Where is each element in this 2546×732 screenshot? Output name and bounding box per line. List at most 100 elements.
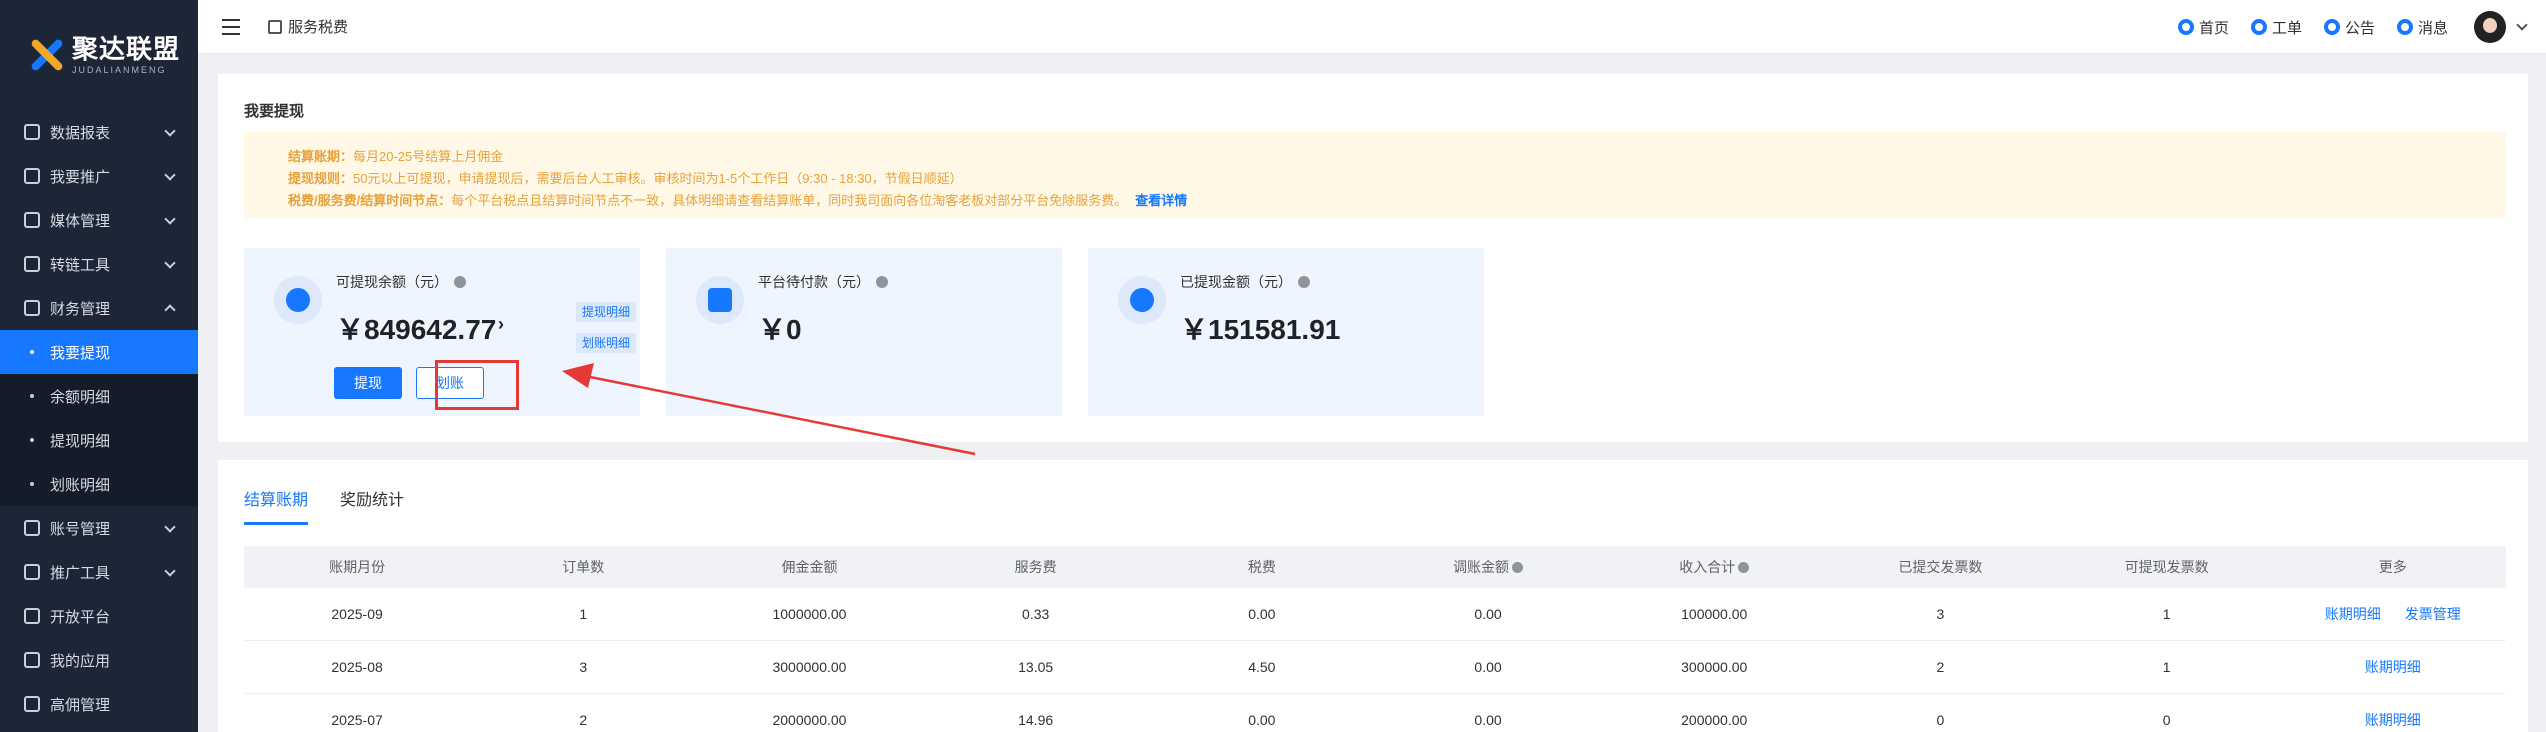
avatar[interactable] xyxy=(2474,11,2506,43)
collapse-menu-icon[interactable] xyxy=(222,18,240,35)
toolbox-icon xyxy=(24,564,40,580)
table-header-cell: 税费 xyxy=(1149,546,1375,588)
ticket-icon xyxy=(2250,19,2267,35)
top-link[interactable]: 工单 xyxy=(2250,17,2302,38)
sidebar-item-label: 开放平台 xyxy=(50,608,111,626)
top-link-label: 工单 xyxy=(2271,19,2302,37)
help-icon[interactable] xyxy=(876,276,888,288)
table-cell: 0.00 xyxy=(1248,606,1276,622)
top-link[interactable]: 首页 xyxy=(2177,17,2229,38)
account-icon xyxy=(24,520,40,536)
sidebar-item[interactable]: 我要推广 xyxy=(0,154,198,198)
top-link[interactable]: 公告 xyxy=(2323,17,2375,38)
notice-key: 提现规则： xyxy=(288,171,354,186)
highlight-box xyxy=(435,360,519,410)
sidebar-item[interactable]: 财务管理 xyxy=(0,286,198,330)
chevron-down-icon xyxy=(164,169,176,181)
top-link-label: 消息 xyxy=(2417,19,2448,37)
chevron-down-icon xyxy=(164,565,176,577)
sidebar-item-label: 媒体管理 xyxy=(50,212,111,230)
pending-amount: ￥0 xyxy=(758,314,802,345)
table-header-cell: 收入合计 xyxy=(1601,546,1827,588)
help-icon[interactable] xyxy=(454,276,466,288)
table-row: 2025-08 3 3000000.00 13.05 4.50 0.00 300000.00… xyxy=(244,641,2506,694)
sidebar-item[interactable]: 账号管理 xyxy=(0,506,198,550)
invoice-manage-link[interactable]: 发票管理 xyxy=(2405,604,2461,624)
table-row: 2025-09 1 1000000.00 0.33 0.00 0.00 100000.00 3… xyxy=(244,588,2506,641)
sidebar-item[interactable]: 数据报表 xyxy=(0,110,198,154)
period-detail-link[interactable]: 账期明细 xyxy=(2365,710,2421,730)
logo-mark-icon xyxy=(26,35,66,75)
header-label: 已提交发票数 xyxy=(1898,559,1983,575)
sidebar-subitem-label: 提现明细 xyxy=(50,432,111,450)
balance-arrow[interactable]: › xyxy=(498,314,504,335)
header-label: 更多 xyxy=(2378,559,2407,575)
sidebar-subitem[interactable]: 余额明细 xyxy=(0,374,198,418)
sidebar-item[interactable]: 转链工具 xyxy=(0,242,198,286)
chevron-down-icon xyxy=(164,125,176,137)
wallet-icon xyxy=(274,276,322,324)
table-cell: 3 xyxy=(1936,606,1945,622)
sidebar-item[interactable]: 推广工具 xyxy=(0,550,198,594)
table-actions: 账期明细 xyxy=(2280,641,2506,693)
transfer-detail-tag[interactable]: 划账明细 xyxy=(575,333,636,353)
sidebar-item[interactable]: 我的应用 xyxy=(0,638,198,682)
header-label: 收入合计 xyxy=(1679,559,1736,575)
sidebar-item-label: 账号管理 xyxy=(50,520,111,538)
view-details-link[interactable]: 查看详情 xyxy=(1135,193,1187,208)
finance-icon xyxy=(24,300,40,316)
sidebar-subitem[interactable]: 划账明细 xyxy=(0,462,198,506)
brand-logo[interactable]: 聚达联盟 JUDALIANMENG xyxy=(0,0,198,110)
table-cell: 0.00 xyxy=(1248,712,1276,728)
table-cell: 0.00 xyxy=(1474,712,1502,728)
tab-rewards[interactable]: 奖励统计 xyxy=(340,486,404,522)
table-header: 账期月份 订单数 佣金金额 服务费 税费 调账金额 收入合计 已提交发票数 可提现发票数 更多 xyxy=(244,546,2506,588)
withdraw-button[interactable]: 提现 xyxy=(334,367,402,399)
megaphone-icon xyxy=(24,168,40,184)
top-link[interactable]: 消息 xyxy=(2396,17,2448,38)
help-icon[interactable] xyxy=(1512,561,1524,573)
sidebar-subitem[interactable]: 提现明细 xyxy=(0,418,198,462)
table-cell: 1 xyxy=(579,606,588,622)
table-actions: 账期明细 xyxy=(2280,694,2506,732)
withdraw-detail-tag[interactable]: 提现明细 xyxy=(575,302,636,322)
app-icon xyxy=(24,652,40,668)
table-cell: 1 xyxy=(2162,659,2171,675)
header-label: 可提现发票数 xyxy=(2124,559,2209,575)
sidebar-subitem-label: 余额明细 xyxy=(50,388,111,406)
sidebar-item[interactable]: 开放平台 xyxy=(0,594,198,638)
sidebar-item-label: 推广工具 xyxy=(50,564,111,582)
sidebar-item-label: 我的应用 xyxy=(50,652,111,670)
period-detail-link[interactable]: 账期明细 xyxy=(2365,657,2421,677)
chevron-down-icon xyxy=(164,213,176,225)
notice-key: 结算账期： xyxy=(288,149,354,164)
chevron-down-icon[interactable] xyxy=(2516,19,2528,31)
table-cell: 200000.00 xyxy=(1681,712,1748,728)
help-icon[interactable] xyxy=(1738,561,1750,573)
media-icon xyxy=(24,212,40,228)
sidebar-subitem[interactable]: 我要提现 xyxy=(0,330,198,374)
table-header-cell: 可提现发票数 xyxy=(2054,546,2280,588)
help-icon[interactable] xyxy=(1298,276,1310,288)
link-icon xyxy=(24,256,40,272)
sidebar-item[interactable]: 高佣管理 xyxy=(0,682,198,726)
breadcrumb-label: 服务税费 xyxy=(288,19,349,36)
breadcrumb[interactable]: 服务税费 xyxy=(268,16,348,37)
sidebar-item[interactable]: 媒体管理 xyxy=(0,198,198,242)
table-header-cell: 更多 xyxy=(2280,546,2506,588)
pending-label: 平台待付款（元） xyxy=(758,274,870,290)
tab-settlement[interactable]: 结算账期 xyxy=(244,486,309,525)
table-header-cell: 账期月份 xyxy=(244,546,470,588)
header-label: 订单数 xyxy=(562,559,605,575)
period-detail-link[interactable]: 账期明细 xyxy=(2325,604,2381,624)
table-cell: 14.96 xyxy=(1018,712,1054,728)
table-cell: 1000000.00 xyxy=(772,606,847,622)
app-root: 聚达联盟 JUDALIANMENG 数据报表我要推广媒体管理转链工具财务管理 我… xyxy=(0,0,2546,732)
bullet-icon xyxy=(30,394,34,398)
table-cell: 2 xyxy=(579,712,588,728)
sidebar-item-label: 财务管理 xyxy=(50,300,111,318)
sidebar-item-label: 数据报表 xyxy=(50,124,111,142)
table-cell: 100000.00 xyxy=(1681,606,1748,622)
tag-icon xyxy=(268,19,282,34)
brand-sub: JUDALIANMENG xyxy=(72,65,167,75)
